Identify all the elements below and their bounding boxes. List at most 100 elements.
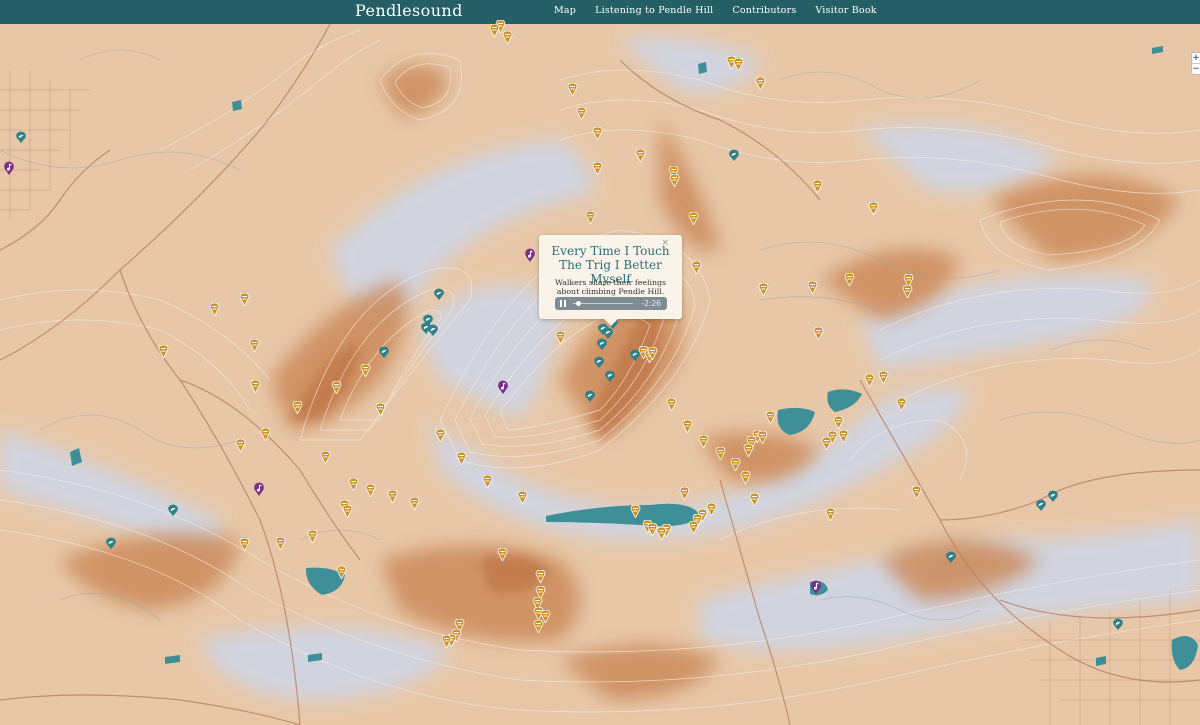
hill-sound-marker-icon[interactable] bbox=[691, 259, 702, 275]
hill-sound-marker-icon[interactable] bbox=[387, 488, 398, 504]
hill-sound-marker-icon[interactable] bbox=[812, 178, 823, 194]
hill-sound-marker-icon[interactable] bbox=[715, 445, 726, 461]
hill-sound-marker-icon[interactable] bbox=[331, 379, 342, 395]
bird-sound-marker-icon[interactable] bbox=[1112, 615, 1124, 630]
hill-sound-marker-icon[interactable] bbox=[567, 81, 578, 97]
audio-progress-knob[interactable] bbox=[576, 301, 581, 306]
hill-sound-marker-icon[interactable] bbox=[688, 210, 699, 226]
hill-sound-marker-icon[interactable] bbox=[555, 329, 566, 345]
hill-sound-marker-icon[interactable] bbox=[365, 482, 376, 498]
hill-sound-marker-icon[interactable] bbox=[864, 372, 875, 388]
bird-sound-marker-icon[interactable] bbox=[596, 335, 608, 350]
hill-sound-marker-icon[interactable] bbox=[348, 476, 359, 492]
hill-sound-marker-icon[interactable] bbox=[336, 564, 347, 580]
hill-sound-marker-icon[interactable] bbox=[765, 409, 776, 425]
music-note-marker-icon[interactable] bbox=[810, 579, 822, 594]
bird-sound-marker-icon[interactable] bbox=[378, 343, 390, 358]
hill-sound-marker-icon[interactable] bbox=[456, 450, 467, 466]
hill-sound-marker-icon[interactable] bbox=[502, 29, 513, 45]
hill-sound-marker-icon[interactable] bbox=[239, 536, 250, 552]
hill-sound-marker-icon[interactable] bbox=[409, 495, 420, 511]
hill-sound-marker-icon[interactable] bbox=[533, 618, 544, 634]
hill-sound-marker-icon[interactable] bbox=[497, 546, 508, 562]
hill-sound-marker-icon[interactable] bbox=[292, 399, 303, 415]
hill-sound-marker-icon[interactable] bbox=[235, 437, 246, 453]
hill-sound-marker-icon[interactable] bbox=[682, 418, 693, 434]
hill-sound-marker-icon[interactable] bbox=[807, 279, 818, 295]
zoom-in-button[interactable]: + bbox=[1192, 53, 1200, 64]
nav-contributors-link[interactable]: Contributors bbox=[732, 0, 796, 24]
nav-map-link[interactable]: Map bbox=[554, 0, 576, 24]
hill-sound-marker-icon[interactable] bbox=[535, 568, 546, 584]
hill-sound-marker-icon[interactable] bbox=[592, 160, 603, 176]
bird-sound-marker-icon[interactable] bbox=[604, 367, 616, 382]
bird-sound-marker-icon[interactable] bbox=[584, 387, 596, 402]
hill-sound-marker-icon[interactable] bbox=[825, 506, 836, 522]
hill-sound-marker-icon[interactable] bbox=[307, 528, 318, 544]
bird-sound-marker-icon[interactable] bbox=[105, 534, 117, 549]
hill-sound-marker-icon[interactable] bbox=[585, 209, 596, 225]
nav-listening-link[interactable]: Listening to Pendle Hill bbox=[595, 0, 713, 24]
hill-sound-marker-icon[interactable] bbox=[342, 503, 353, 519]
hill-sound-marker-icon[interactable] bbox=[868, 200, 879, 216]
hill-sound-marker-icon[interactable] bbox=[249, 337, 260, 353]
hill-sound-marker-icon[interactable] bbox=[635, 147, 646, 163]
music-note-marker-icon[interactable] bbox=[3, 160, 15, 175]
hill-sound-marker-icon[interactable] bbox=[896, 396, 907, 412]
hill-sound-marker-icon[interactable] bbox=[656, 525, 667, 541]
hill-sound-marker-icon[interactable] bbox=[878, 369, 889, 385]
music-note-marker-icon[interactable] bbox=[524, 247, 536, 262]
bird-sound-marker-icon[interactable] bbox=[433, 285, 445, 300]
bird-sound-marker-icon[interactable] bbox=[945, 548, 957, 563]
bird-sound-marker-icon[interactable] bbox=[15, 128, 27, 143]
hill-sound-marker-icon[interactable] bbox=[669, 172, 680, 188]
hill-sound-marker-icon[interactable] bbox=[209, 301, 220, 317]
site-title[interactable]: Pendlesound bbox=[355, 0, 463, 24]
hill-sound-marker-icon[interactable] bbox=[441, 633, 452, 649]
hill-sound-marker-icon[interactable] bbox=[239, 291, 250, 307]
audio-progress-track[interactable] bbox=[573, 303, 633, 304]
bird-sound-marker-icon[interactable] bbox=[167, 501, 179, 516]
hill-sound-marker-icon[interactable] bbox=[517, 489, 528, 505]
hill-sound-marker-icon[interactable] bbox=[698, 433, 709, 449]
hill-sound-marker-icon[interactable] bbox=[679, 485, 690, 501]
zoom-out-button[interactable]: − bbox=[1192, 64, 1200, 74]
bird-sound-marker-icon[interactable] bbox=[593, 353, 605, 368]
hill-sound-marker-icon[interactable] bbox=[688, 519, 699, 535]
bird-sound-marker-icon[interactable] bbox=[1035, 496, 1047, 511]
hill-sound-marker-icon[interactable] bbox=[647, 345, 658, 361]
hill-sound-marker-icon[interactable] bbox=[730, 456, 741, 472]
hill-sound-marker-icon[interactable] bbox=[260, 426, 271, 442]
hill-sound-marker-icon[interactable] bbox=[743, 442, 754, 458]
hill-sound-marker-icon[interactable] bbox=[320, 449, 331, 465]
hill-sound-marker-icon[interactable] bbox=[489, 22, 500, 38]
hill-sound-marker-icon[interactable] bbox=[576, 105, 587, 121]
hill-sound-marker-icon[interactable] bbox=[757, 429, 768, 445]
pause-icon[interactable] bbox=[560, 300, 567, 307]
hill-sound-marker-icon[interactable] bbox=[630, 503, 641, 519]
hill-sound-marker-icon[interactable] bbox=[749, 491, 760, 507]
hill-sound-marker-icon[interactable] bbox=[592, 125, 603, 141]
bird-sound-marker-icon[interactable] bbox=[629, 346, 641, 361]
music-note-marker-icon[interactable] bbox=[253, 481, 265, 496]
hill-sound-marker-icon[interactable] bbox=[902, 283, 913, 299]
bird-sound-marker-icon[interactable] bbox=[728, 146, 740, 161]
hill-sound-marker-icon[interactable] bbox=[821, 435, 832, 451]
music-note-marker-icon[interactable] bbox=[497, 379, 509, 394]
nav-visitor-book-link[interactable]: Visitor Book bbox=[815, 0, 876, 24]
hill-sound-marker-icon[interactable] bbox=[813, 325, 824, 341]
bird-sound-marker-icon[interactable] bbox=[427, 321, 439, 336]
hill-sound-marker-icon[interactable] bbox=[733, 56, 744, 72]
bird-sound-marker-icon[interactable] bbox=[1047, 487, 1059, 502]
hill-sound-marker-icon[interactable] bbox=[740, 469, 751, 485]
hill-sound-marker-icon[interactable] bbox=[250, 378, 261, 394]
hill-sound-marker-icon[interactable] bbox=[360, 362, 371, 378]
hill-sound-marker-icon[interactable] bbox=[482, 473, 493, 489]
hill-sound-marker-icon[interactable] bbox=[838, 428, 849, 444]
hill-sound-marker-icon[interactable] bbox=[755, 75, 766, 91]
hill-sound-marker-icon[interactable] bbox=[375, 401, 386, 417]
hill-sound-marker-icon[interactable] bbox=[275, 535, 286, 551]
hill-sound-marker-icon[interactable] bbox=[666, 396, 677, 412]
hill-sound-marker-icon[interactable] bbox=[844, 271, 855, 287]
hill-sound-marker-icon[interactable] bbox=[435, 427, 446, 443]
